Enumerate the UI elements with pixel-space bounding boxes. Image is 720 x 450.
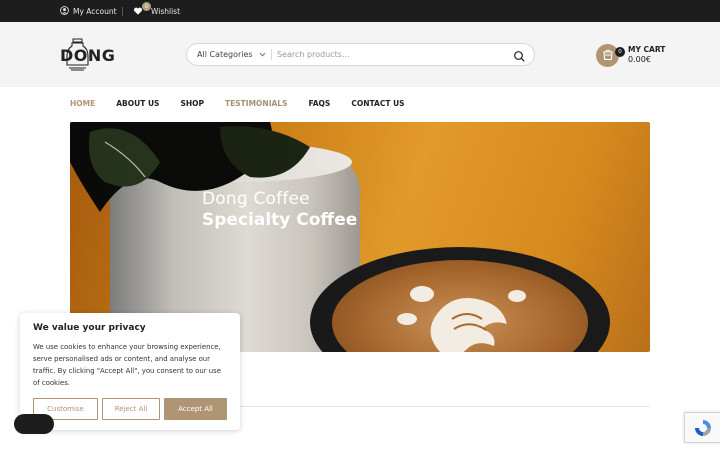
cart-label: MY CART	[628, 45, 666, 54]
category-select[interactable]: All Categories	[197, 44, 266, 65]
chevron-down-icon	[259, 50, 266, 59]
recaptcha-icon	[694, 419, 711, 436]
floating-widget-tab[interactable]	[14, 414, 54, 434]
search-icon[interactable]	[513, 48, 526, 62]
nav-item-home[interactable]: HOME	[70, 99, 95, 111]
wishlist-count-badge: 0	[142, 2, 151, 11]
nav-item-about-us[interactable]: ABOUT US	[116, 99, 159, 111]
nav-item-contact-us[interactable]: CONTACT US	[351, 99, 404, 111]
cart-icon: 0	[596, 43, 625, 67]
recaptcha-badge[interactable]	[684, 412, 720, 443]
search-divider	[271, 49, 272, 60]
my-account-link[interactable]: My Account	[60, 0, 117, 22]
heart-icon: 0	[133, 2, 151, 16]
wishlist-label: Wishlist	[151, 6, 181, 16]
wishlist-link[interactable]: 0 Wishlist	[133, 0, 180, 22]
my-account-label: My Account	[73, 6, 117, 16]
user-icon	[60, 5, 69, 17]
site-logo[interactable]: DONG	[60, 38, 116, 72]
hero-heading: Dong Coffee Specialty Coffee	[202, 189, 357, 231]
cart-amount: 0.00€	[628, 55, 651, 64]
search-bar: All Categories	[186, 43, 535, 66]
main-nav: HOME ABOUT US SHOP TESTIMONIALS FAQS CON…	[70, 99, 426, 111]
topbar-divider	[122, 7, 123, 16]
site-header: DONG All Categories 0 MY CART 0.00€	[0, 22, 720, 87]
logo-text: DONG	[60, 46, 116, 65]
mini-cart[interactable]: 0 MY CART 0.00€	[596, 43, 665, 67]
accept-all-button[interactable]: Accept All	[164, 398, 227, 420]
reject-all-button[interactable]: Reject All	[102, 398, 160, 420]
cart-summary: MY CART 0.00€	[628, 45, 665, 65]
category-select-label: All Categories	[197, 50, 253, 59]
nav-item-testimonials[interactable]: TESTIMONIALS	[225, 99, 287, 111]
top-bar: My Account 0 Wishlist	[0, 0, 720, 22]
nav-item-shop[interactable]: SHOP	[180, 99, 204, 111]
cookie-title: We value your privacy	[33, 323, 146, 333]
nav-item-faqs[interactable]: FAQS	[308, 99, 330, 111]
cookie-body: We use cookies to enhance your browsing …	[33, 343, 221, 387]
search-input[interactable]	[277, 47, 507, 62]
cookie-consent-banner: We value your privacy We use cookies to …	[20, 313, 240, 430]
hero-heading-line1: Dong Coffee	[202, 189, 310, 209]
hero-heading-line2: Specialty Coffee	[202, 210, 358, 230]
cart-count-badge: 0	[615, 46, 625, 57]
